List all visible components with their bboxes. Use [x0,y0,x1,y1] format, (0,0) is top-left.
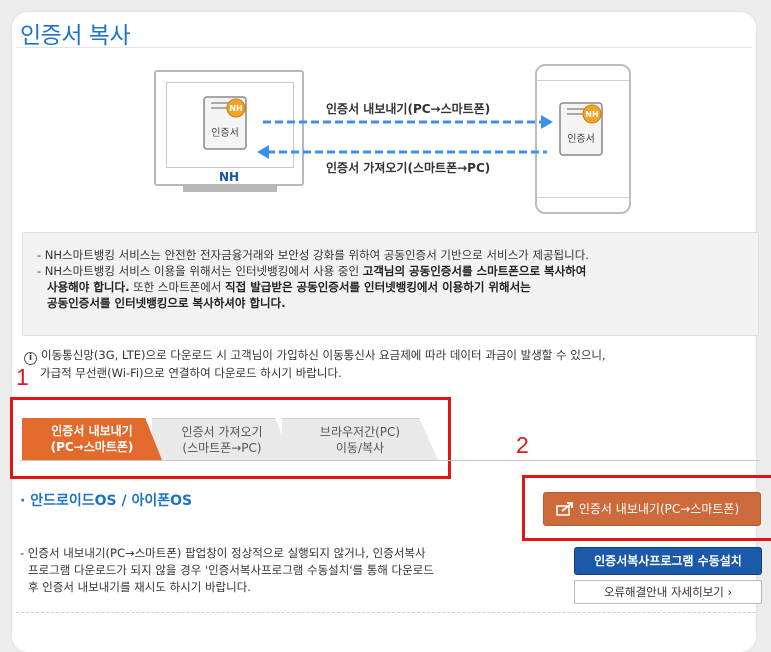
cert-badge-text-phone: NH [585,110,598,119]
cert-label-text-phone: 인증서 [567,133,595,145]
section-title-os: · 안드로이드OS / 아이폰OS [20,493,193,509]
notice-line-4: 공동인증서를 인터넷뱅킹으로 복사하셔야 합니다. [47,296,286,310]
cert-badge-text: NH [229,104,242,113]
manual-install-button[interactable]: 인증서복사프로그램 수동설치 [574,547,762,575]
error-help-button[interactable]: 오류해결안내 자세히보기 › [574,580,762,604]
annotation-number-1: 1 [16,364,29,390]
title-divider [16,47,752,48]
annotation-number-2: 2 [516,432,529,458]
tab-browser-copy-line1: 브라우저간(PC) [319,425,401,439]
monitor-brand: NH [218,170,240,184]
export-icon [556,502,573,516]
bottom-divider [16,612,756,613]
data-charge-info: i 이동통신망(3G, LTE)으로 다운로드 시 고객님이 가입하신 이동통신사… [24,347,606,382]
tab-underline [20,460,760,461]
info-line-2: 가급적 무선랜(Wi-Fi)으로 연결하여 다운로드 하시기 바랍니다. [40,366,342,380]
page-title: 인증서 복사 [20,23,131,49]
certificate-icon-phone: NH 인증서 [559,102,603,156]
monitor-stand [183,186,277,192]
notice-line-2: - NH스마트뱅킹 서비스 이용을 위해서는 인터넷뱅킹에서 사용 중인 고객님… [37,264,587,278]
tab-import-line2: (스마트폰→PC) [182,441,262,455]
footer-line-3: 후 인증서 내보내기를 재시도 하시기 바랍니다. [28,580,251,594]
tab-export-line1: 인증서 내보내기 [51,424,133,438]
export-certificate-button[interactable]: 인증서 내보내기(PC→스마트폰) [543,492,761,526]
tab-browser-copy[interactable]: 브라우저간(PC) 이동/복사 [282,418,438,460]
notice-line-3: 사용해야 합니다. 또한 스마트폰에서 직접 발급받은 공동인증서를 인터넷뱅킹… [47,280,531,294]
notice-box: - NH스마트뱅킹 서비스는 안전한 전자금융거래와 보안성 강화를 위하여 공… [22,232,759,336]
tab-import[interactable]: 인증서 가져오기 (스마트폰→PC) [152,418,292,460]
phone-top-bar [537,80,629,81]
footer-line-1: - 인증서 내보내기(PC→스마트폰) 팝업창이 정상적으로 실행되지 않거나,… [20,546,426,560]
tab-import-line1: 인증서 가져오기 [181,425,263,439]
certificate-icon: NH 인증서 [203,96,247,150]
notice-line-1: - NH스마트뱅킹 서비스는 안전한 전자금융거래와 보안성 강화를 위하여 공… [37,248,589,262]
phone-bottom-bar [537,197,629,198]
tab-export[interactable]: 인증서 내보내기 (PC→스마트폰) [22,418,162,460]
cert-label-text: 인증서 [211,127,239,139]
tab-export-line2: (PC→스마트폰) [50,440,134,454]
transfer-arrows [257,115,553,159]
manual-install-info: - 인증서 내보내기(PC→스마트폰) 팝업창이 정상적으로 실행되지 않거나,… [20,545,434,596]
tab-browser-copy-line2: 이동/복사 [335,441,385,455]
export-button-label: 인증서 내보내기(PC→스마트폰) [578,502,740,516]
export-arrow-label: 인증서 내보내기(PC→스마트폰) [326,102,491,116]
footer-line-2: 프로그램 다운로드가 되지 않을 경우 '인증서복사프로그램 수동설치'를 통해… [28,563,434,577]
import-arrow-label: 인증서 가져오기(스마트폰→PC) [326,161,491,175]
info-line-1: 이동통신망(3G, LTE)으로 다운로드 시 고객님이 가입하신 이동통신사 … [41,348,606,362]
